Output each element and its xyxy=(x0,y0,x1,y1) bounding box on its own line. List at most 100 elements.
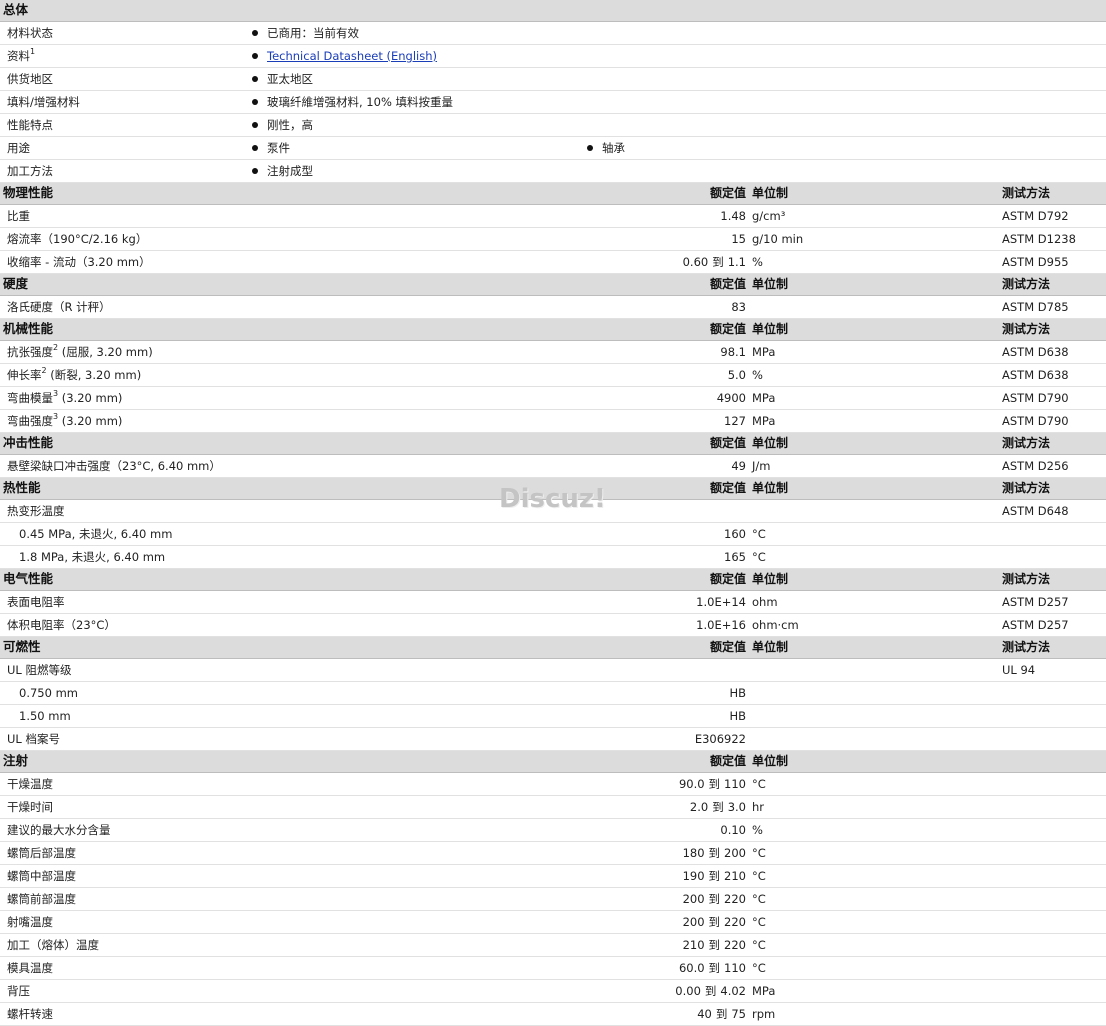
property-label: 1.8 MPa, 未退火, 6.40 mm xyxy=(19,546,165,568)
bullet-item: 刚性，高 xyxy=(252,114,313,136)
property-row: 螺筒前部温度 200 到 220 °C xyxy=(0,888,1106,911)
watermark: Discuz! xyxy=(499,484,606,514)
property-name: 1.50 mm xyxy=(19,709,71,723)
range-max: 75 xyxy=(731,1007,746,1021)
property-label: 背压 xyxy=(7,980,30,1002)
property-row: 比重 1.48 g/cm³ ASTM D792 xyxy=(0,205,1106,228)
value-text: 1.0E+16 xyxy=(696,618,746,632)
unit-header: 单位制 xyxy=(752,481,789,495)
property-name: 背压 xyxy=(7,984,30,998)
unit-value: °C xyxy=(752,527,766,541)
nominal-header: 额定值 xyxy=(709,436,746,450)
footnote-marker[interactable]: 1 xyxy=(30,47,35,56)
property-row: 收缩率 - 流动（3.20 mm） 0.60 到 1.1% ASTM D955 xyxy=(0,251,1106,274)
range-to: 到 xyxy=(715,1007,728,1021)
bullet-dot-icon xyxy=(252,99,258,105)
datasheet-link[interactable]: Technical Datasheet (English) xyxy=(267,49,437,63)
property-label: 热变形温度 xyxy=(7,500,65,522)
section-title: 硬度 xyxy=(3,276,29,291)
property-condition: (3.20 mm) xyxy=(58,414,123,428)
value-text: 165 xyxy=(724,550,746,564)
bullet-item: 注射成型 xyxy=(252,160,313,182)
property-label: 熔流率（190°C/2.16 kg） xyxy=(7,228,147,250)
unit-header: 单位制 xyxy=(752,277,789,291)
nominal-value: 2.0 到 3.0 xyxy=(690,796,746,818)
row-label: 资料1 xyxy=(7,45,35,67)
property-row: 加工（熔体）温度 210 到 220 °C xyxy=(0,934,1106,957)
value-text: 0.10 xyxy=(720,823,746,837)
unit-value: °C xyxy=(752,938,766,952)
range-to: 到 xyxy=(708,777,721,791)
bullet-dot-icon xyxy=(252,168,258,174)
general-row: 用途 泵件 轴承 xyxy=(0,137,1106,160)
test-method-header: 测试方法 xyxy=(1002,640,1051,654)
nominal-value: 60.0 到 110 xyxy=(679,957,746,979)
range-min: 200 xyxy=(682,892,705,906)
bullet-item: 已商用：当前有效 xyxy=(252,22,359,44)
bullet-text: 亚太地区 xyxy=(267,72,313,86)
property-row: 弯曲强度3 (3.20 mm) 127 MPa ASTM D790 xyxy=(0,410,1106,433)
range-min: 2.0 xyxy=(689,800,709,814)
unit-value: MPa xyxy=(752,345,776,359)
section-header: 物理性能 额定值 单位制 测试方法 xyxy=(0,183,1106,205)
value-text: 15 xyxy=(731,232,746,246)
unit-value: MPa xyxy=(752,414,776,428)
property-name: 干燥时间 xyxy=(7,800,53,814)
unit-value: MPa xyxy=(752,984,776,998)
property-name: UL 档案号 xyxy=(7,732,60,746)
range-to: 到 xyxy=(708,869,721,883)
range-max: 110 xyxy=(724,777,746,791)
property-label: UL 阻燃等级 xyxy=(7,659,71,681)
property-row: UL 档案号 E306922 xyxy=(0,728,1106,751)
bullet-text: 轴承 xyxy=(602,141,625,155)
nominal-value: 160 xyxy=(724,523,746,545)
range-to: 到 xyxy=(708,846,721,860)
property-label: 射嘴温度 xyxy=(7,911,53,933)
property-name: 熔流率（190°C/2.16 kg） xyxy=(7,232,148,246)
unit-value: g/10 min xyxy=(752,232,804,246)
range-to: 到 xyxy=(708,961,721,975)
unit-value: rpm xyxy=(752,1007,776,1021)
nominal-value: 1.0E+14 xyxy=(696,591,746,613)
range-max: 110 xyxy=(724,961,746,975)
range-min: 0.00 xyxy=(675,984,701,998)
range-max: 220 xyxy=(724,938,746,952)
row-label-text: 性能特点 xyxy=(7,118,53,132)
bullet-item: 轴承 xyxy=(587,137,625,159)
general-row: 填料/增强材料 玻璃纤維增强材料, 10% 填料按重量 xyxy=(0,91,1106,114)
row-label-text: 加工方法 xyxy=(7,164,53,178)
unit-header: 单位制 xyxy=(752,754,789,768)
property-label: 洛氏硬度（R 计秤） xyxy=(7,296,111,318)
property-name: 螺筒前部温度 xyxy=(7,892,76,906)
property-label: 抗张强度2 (屈服, 3.20 mm) xyxy=(7,341,153,363)
range-min: 180 xyxy=(682,846,705,860)
nominal-value: 98.1 xyxy=(720,341,746,363)
row-label: 加工方法 xyxy=(7,160,53,182)
nominal-value: 210 到 220 xyxy=(683,934,746,956)
section-title: 热性能 xyxy=(3,480,41,495)
property-row: 0.45 MPa, 未退火, 6.40 mm 160 °C xyxy=(0,523,1106,546)
section-header: 电气性能 额定值 单位制 测试方法 xyxy=(0,569,1106,591)
unit-header: 单位制 xyxy=(752,322,789,336)
nominal-header: 额定值 xyxy=(709,754,746,768)
bullet-text: 玻璃纤維增强材料, 10% 填料按重量 xyxy=(267,95,454,109)
property-condition: (断裂, 3.20 mm) xyxy=(46,368,142,382)
unit-header: 单位制 xyxy=(752,572,789,586)
test-method: ASTM D648 xyxy=(1002,504,1069,518)
test-method: ASTM D785 xyxy=(1002,300,1069,314)
bullet-dot-icon xyxy=(252,76,258,82)
nominal-value: 0.00 到 4.02 xyxy=(675,980,746,1002)
property-name: 表面电阻率 xyxy=(7,595,65,609)
property-condition: (屈服, 3.20 mm) xyxy=(58,345,153,359)
property-name: 螺杆转速 xyxy=(7,1007,53,1021)
nominal-value: 40 到 75 xyxy=(697,1003,746,1025)
row-label-text: 供货地区 xyxy=(7,72,53,86)
nominal-value: HB xyxy=(729,705,746,727)
property-row: 模具温度 60.0 到 110 °C xyxy=(0,957,1106,980)
range-to: 到 xyxy=(708,892,721,906)
range-max: 210 xyxy=(724,869,746,883)
unit-value: g/cm³ xyxy=(752,209,786,223)
property-label: 0.45 MPa, 未退火, 6.40 mm xyxy=(19,523,172,545)
range-to: 到 xyxy=(708,938,721,952)
property-row: 表面电阻率 1.0E+14 ohm ASTM D257 xyxy=(0,591,1106,614)
